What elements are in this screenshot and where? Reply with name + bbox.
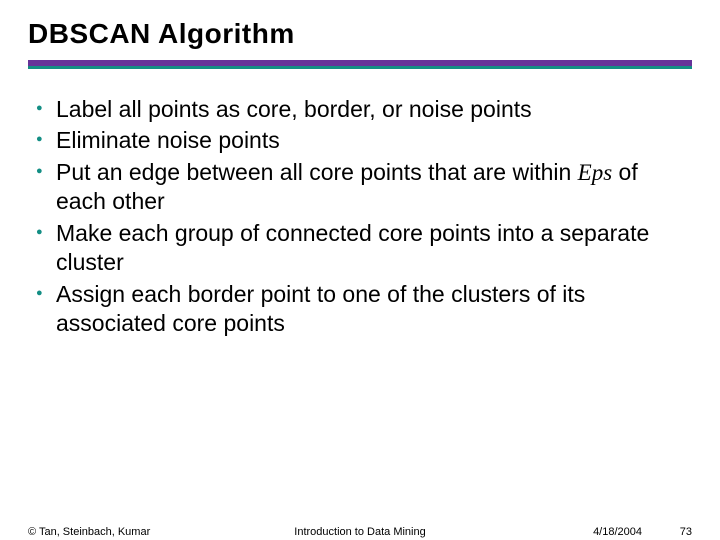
footer-date: 4/18/2004 — [593, 526, 642, 538]
page-title: DBSCAN Algorithm — [28, 18, 692, 50]
list-item: Eliminate noise points — [36, 126, 686, 155]
list-item: Put an edge between all core points that… — [36, 158, 686, 217]
list-item: Make each group of connected core points… — [36, 219, 686, 278]
list-item-emphasis: Eps — [578, 160, 613, 185]
list-item: Assign each border point to one of the c… — [36, 280, 686, 339]
footer-page: 73 — [680, 526, 692, 538]
bullet-list: Label all points as core, border, or noi… — [28, 95, 692, 339]
divider-teal — [28, 66, 692, 69]
list-item: Label all points as core, border, or noi… — [36, 95, 686, 124]
list-item-text: Put an edge between all core points that… — [56, 159, 578, 185]
slide: DBSCAN Algorithm Label all points as cor… — [0, 0, 720, 540]
